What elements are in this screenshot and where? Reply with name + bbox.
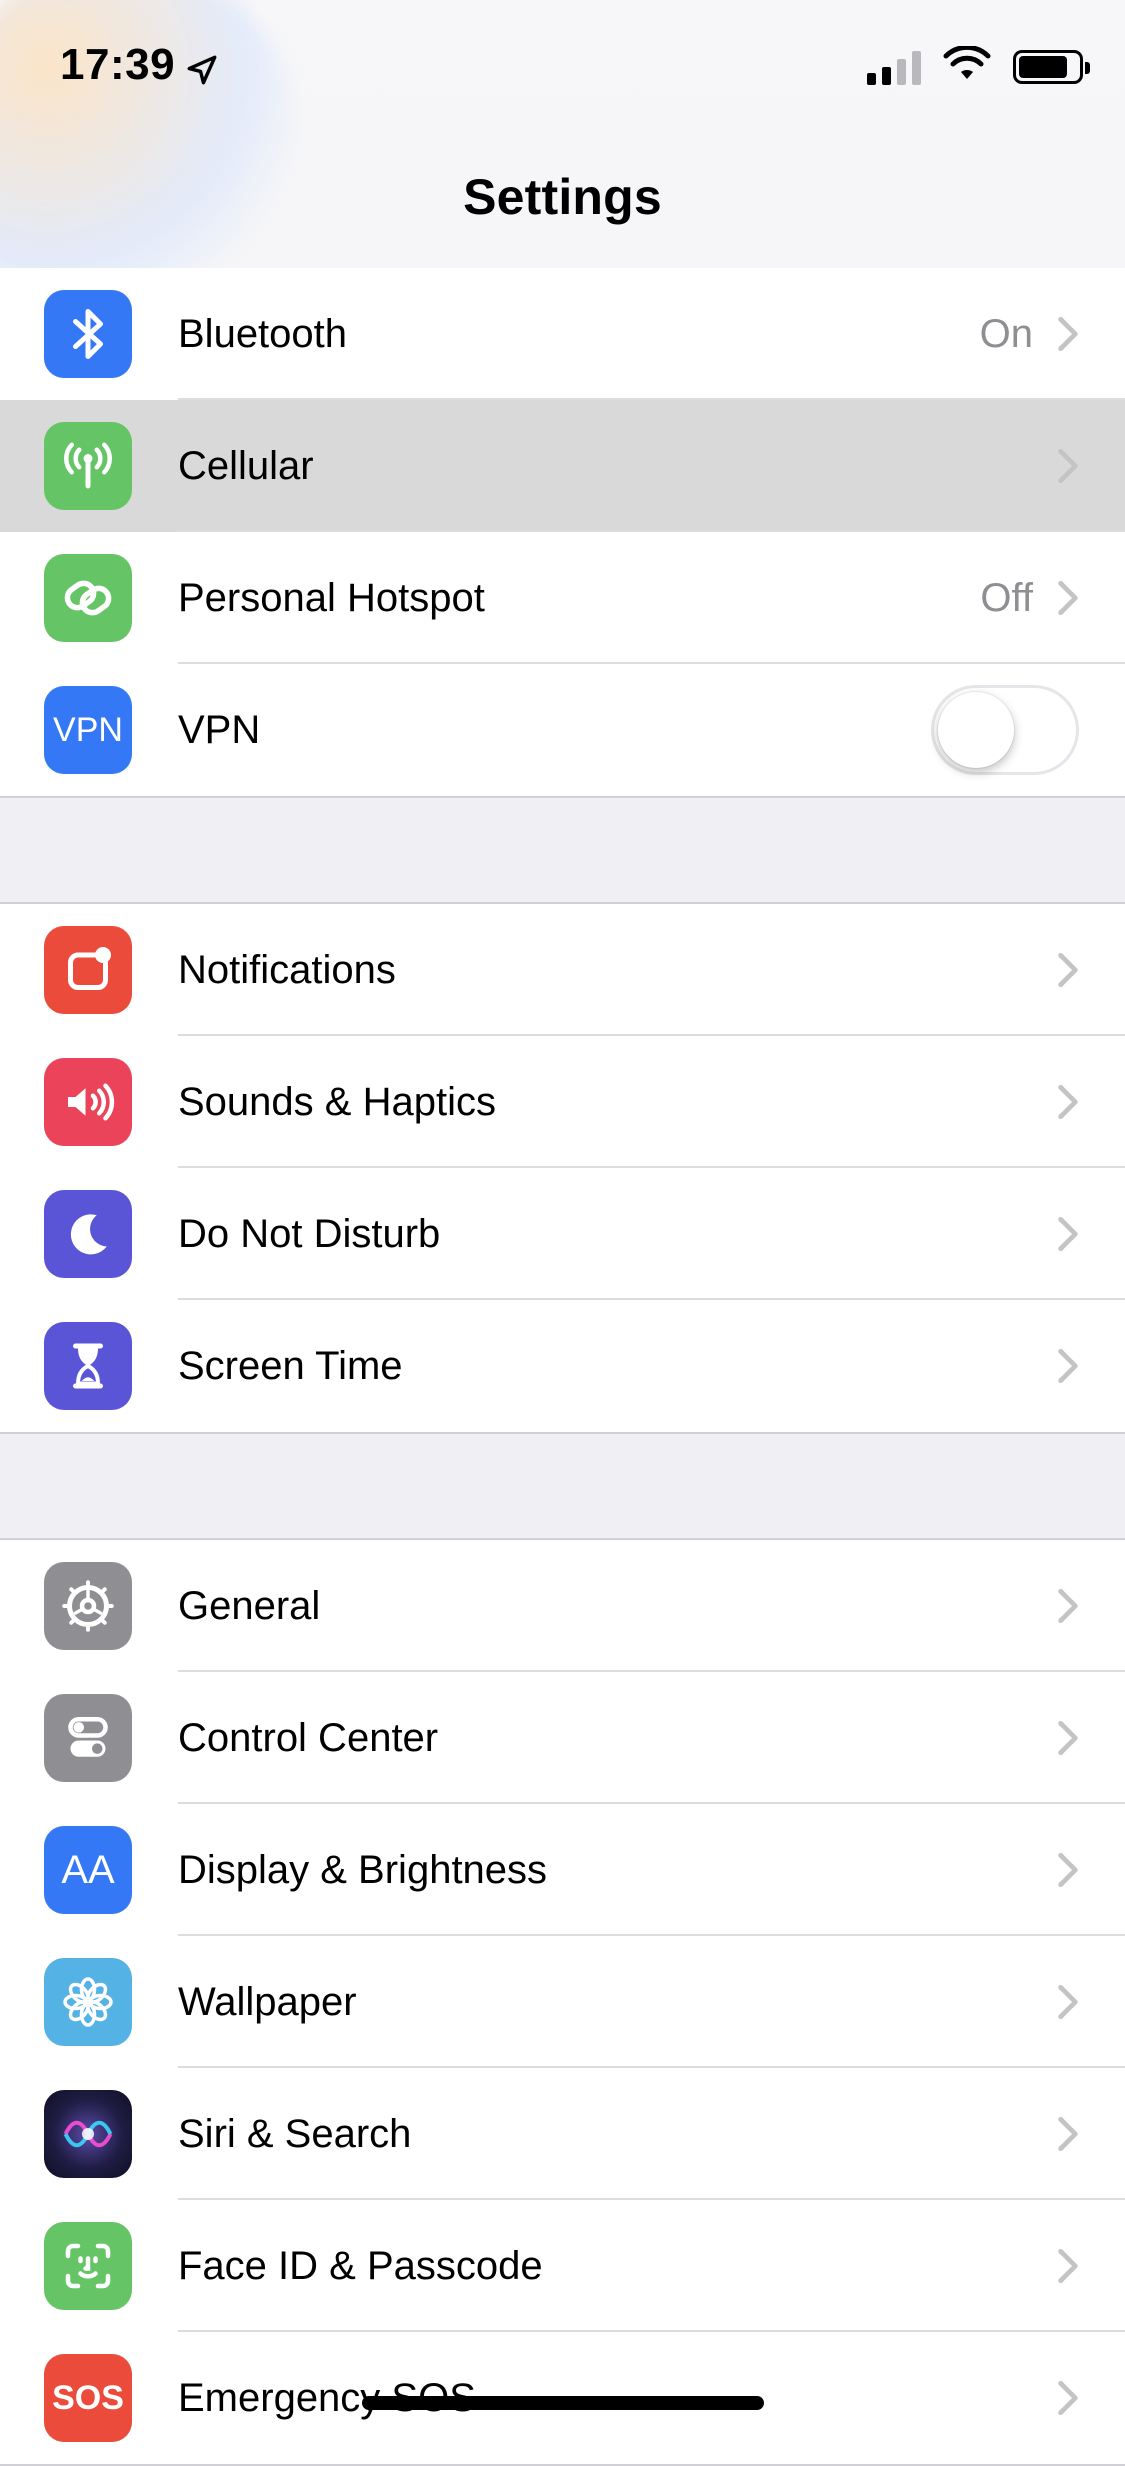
settings-row-vpn[interactable]: VPN VPN — [0, 664, 1125, 796]
wifi-icon — [943, 44, 991, 87]
row-label: Bluetooth — [178, 311, 348, 356]
battery-level — [1019, 55, 1067, 78]
chevron-right-icon — [1058, 580, 1078, 616]
home-indicator[interactable] — [362, 2396, 764, 2410]
settings-row-display-brightness[interactable]: AA Display & Brightness — [0, 1804, 1125, 1936]
chevron-right-icon — [1058, 1348, 1078, 1384]
settings-row-screen-time[interactable]: Screen Time — [0, 1300, 1125, 1432]
sos-icon-text: SOS — [52, 2378, 124, 2417]
row-label: General — [178, 1583, 321, 1628]
settings-row-do-not-disturb[interactable]: Do Not Disturb — [0, 1168, 1125, 1300]
location-arrow-icon — [185, 48, 219, 85]
status-icons — [867, 44, 1090, 87]
chevron-right-icon — [1058, 2380, 1078, 2416]
chevron-right-icon — [1058, 1852, 1078, 1888]
notifications-icon — [44, 926, 132, 1014]
bluetooth-icon — [44, 290, 132, 378]
chevron-right-icon — [1058, 1984, 1078, 2020]
settings-row-cellular[interactable]: Cellular — [0, 400, 1125, 532]
group-spacer — [0, 798, 1125, 902]
chevron-right-icon — [1058, 448, 1078, 484]
page-title: Settings — [463, 169, 662, 225]
gear-icon — [44, 1562, 132, 1650]
vpn-icon-text: VPN — [53, 710, 123, 749]
status-and-nav-bar: 17:39 Settings — [0, 0, 1125, 270]
chevron-right-icon — [1058, 2116, 1078, 2152]
settings-list: Bluetooth On Cellular Personal Hotspot O… — [0, 268, 1125, 2466]
row-label: Personal Hotspot — [178, 575, 485, 620]
control-center-icon — [44, 1694, 132, 1782]
sos-icon: SOS — [44, 2354, 132, 2442]
chevron-right-icon — [1058, 2248, 1078, 2284]
row-value: Off — [980, 575, 1033, 620]
battery-icon — [1013, 49, 1090, 84]
row-label: Sounds & Haptics — [178, 1079, 496, 1124]
settings-row-control-center[interactable]: Control Center — [0, 1672, 1125, 1804]
row-label: Siri & Search — [178, 2111, 412, 2156]
row-value: On — [979, 311, 1033, 356]
chevron-right-icon — [1058, 1588, 1078, 1624]
row-label: Cellular — [178, 443, 314, 488]
row-label: Wallpaper — [178, 1979, 357, 2024]
settings-row-wallpaper[interactable]: Wallpaper — [0, 1936, 1125, 2068]
siri-icon — [44, 2090, 132, 2178]
chevron-right-icon — [1058, 1720, 1078, 1756]
settings-group-notifications: Notifications Sounds & Haptics Do Not Di… — [0, 902, 1125, 1434]
row-label: Notifications — [178, 947, 396, 992]
settings-group-connectivity: Bluetooth On Cellular Personal Hotspot O… — [0, 268, 1125, 798]
moon-icon — [44, 1190, 132, 1278]
settings-row-notifications[interactable]: Notifications — [0, 904, 1125, 1036]
wallpaper-flower-icon — [44, 1958, 132, 2046]
settings-row-face-id-passcode[interactable]: Face ID & Passcode — [0, 2200, 1125, 2332]
chevron-right-icon — [1058, 1216, 1078, 1252]
display-icon-text: AA — [61, 1847, 115, 1892]
row-label: Do Not Disturb — [178, 1211, 441, 1256]
settings-row-bluetooth[interactable]: Bluetooth On — [0, 268, 1125, 400]
group-spacer — [0, 1434, 1125, 1538]
chevron-right-icon — [1058, 952, 1078, 988]
face-id-icon — [44, 2222, 132, 2310]
display-text-size-icon: AA — [44, 1826, 132, 1914]
speaker-icon — [44, 1058, 132, 1146]
row-label: Control Center — [178, 1715, 439, 1760]
row-label: VPN — [178, 707, 261, 752]
chevron-right-icon — [1058, 316, 1078, 352]
status-time-text: 17:39 — [60, 40, 176, 89]
toggle-knob — [938, 692, 1014, 768]
settings-row-personal-hotspot[interactable]: Personal Hotspot Off — [0, 532, 1125, 664]
settings-group-general: General Control Center AA Display & Brig — [0, 1538, 1125, 2466]
cellular-signal-icon — [867, 49, 921, 85]
row-label: Display & Brightness — [178, 1847, 548, 1892]
status-time: 17:39 — [60, 40, 219, 90]
chevron-right-icon — [1058, 1084, 1078, 1120]
settings-row-general[interactable]: General — [0, 1540, 1125, 1672]
cellular-antenna-icon — [44, 422, 132, 510]
hotspot-link-icon — [44, 554, 132, 642]
row-label: Screen Time — [178, 1343, 403, 1388]
hourglass-icon — [44, 1322, 132, 1410]
settings-row-sounds-haptics[interactable]: Sounds & Haptics — [0, 1036, 1125, 1168]
settings-row-siri-search[interactable]: Siri & Search — [0, 2068, 1125, 2200]
vpn-icon: VPN — [44, 686, 132, 774]
vpn-toggle[interactable] — [931, 685, 1079, 775]
row-label: Face ID & Passcode — [178, 2243, 543, 2288]
